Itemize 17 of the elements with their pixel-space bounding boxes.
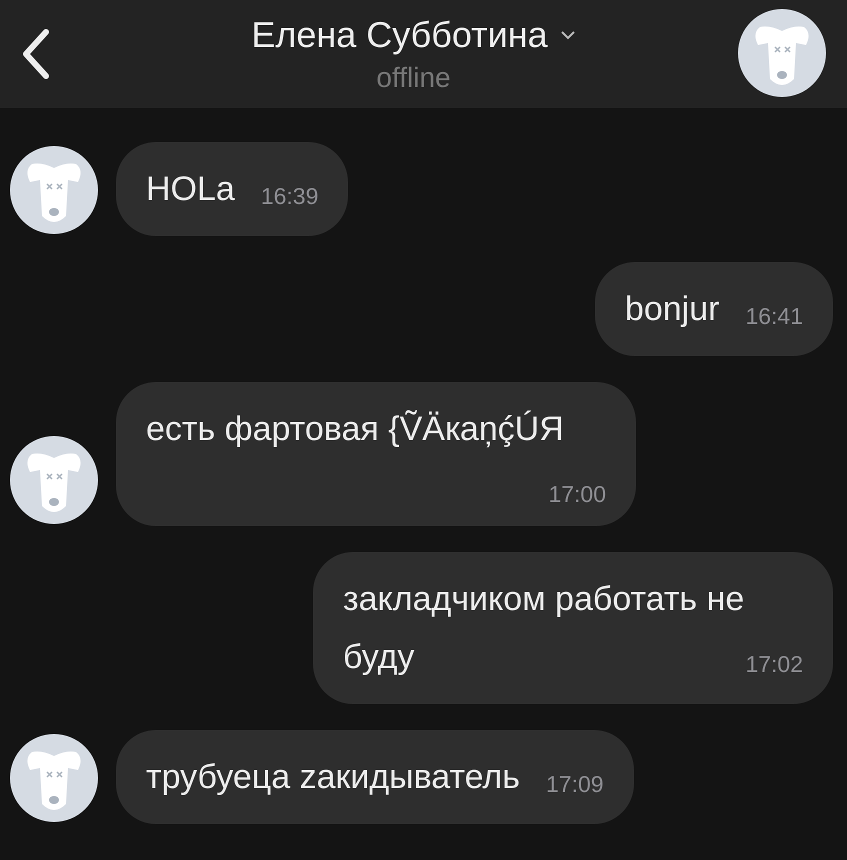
message-text: закладчиком работать не буду xyxy=(343,580,744,676)
chevron-down-icon[interactable] xyxy=(560,30,576,40)
message-time: 16:39 xyxy=(260,182,318,210)
message-time: 17:00 xyxy=(548,480,606,508)
message-time: 16:41 xyxy=(745,302,803,330)
dog-avatar-icon xyxy=(10,146,98,234)
message-text: есть фартовая {ṼÄкaņḉÚЯ xyxy=(146,410,564,448)
message-text: HOLa xyxy=(146,170,235,208)
dog-avatar-icon xyxy=(738,9,826,97)
message-text: трубуеца zaкидыватель xyxy=(146,758,520,796)
message-text: bonjur xyxy=(624,290,720,328)
contact-status: offline xyxy=(376,62,451,94)
dog-avatar-icon xyxy=(10,436,98,524)
message-time: 17:09 xyxy=(546,770,604,798)
message-time: 17:02 xyxy=(745,650,803,678)
contact-name[interactable]: Елена Субботина xyxy=(251,14,548,56)
dog-avatar-icon xyxy=(10,734,98,822)
